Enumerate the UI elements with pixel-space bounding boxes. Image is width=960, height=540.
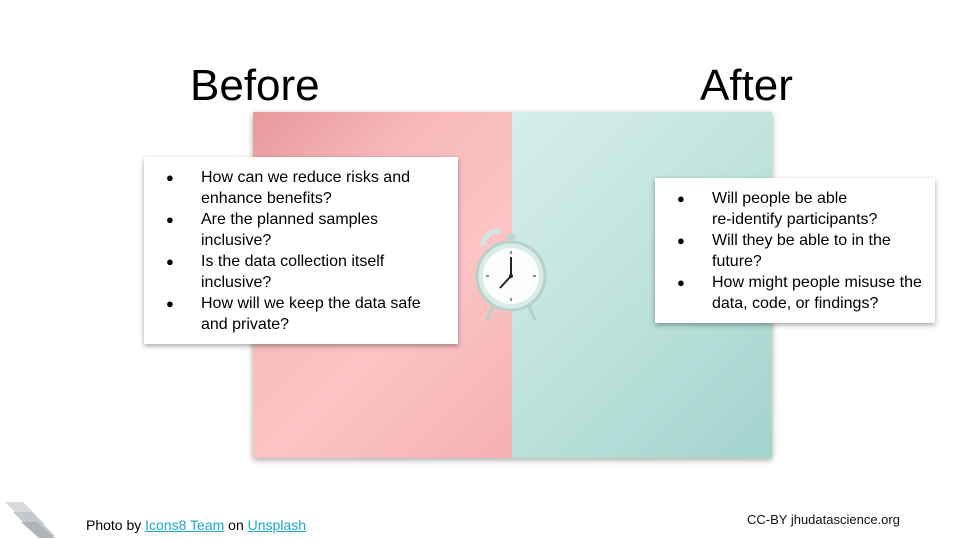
after-heading: After: [700, 61, 793, 110]
license-text: CC-BY jhudatascience.org: [747, 512, 900, 527]
after-question-item: ● Will they be able to in the future?: [677, 232, 891, 270]
bullet-icon: ●: [166, 254, 174, 269]
bullet-icon: ●: [166, 296, 174, 311]
bullet-icon: ●: [166, 212, 174, 227]
before-question-list: ● How can we reduce risks and enhance ben…: [166, 167, 450, 335]
bullet-icon: ●: [166, 170, 174, 185]
bullet-icon: ●: [677, 191, 685, 206]
before-question-item: ● How can we reduce risks and enhance ben…: [166, 169, 410, 207]
photographer-link[interactable]: Icons8 Team: [145, 517, 224, 533]
after-questions-card: ● Will people be able re-identify partici…: [655, 178, 935, 323]
unsplash-link[interactable]: Unsplash: [248, 517, 306, 533]
alarm-clock-icon: [475, 228, 547, 321]
before-question-item: ● Is the data collection itself inclusive…: [166, 253, 385, 291]
after-question-list: ● Will people be able re-identify partici…: [677, 188, 929, 314]
before-question-item: ● How will we keep the data safe and priv…: [166, 295, 421, 333]
after-question-item: ● How might people misuse the data, code,…: [677, 274, 922, 312]
logo-stripes-icon: [5, 502, 55, 538]
bullet-icon: ●: [677, 233, 685, 248]
before-heading: Before: [190, 61, 320, 110]
before-questions-card: ● How can we reduce risks and enhance ben…: [144, 157, 458, 344]
after-question-item: ● Will people be able re-identify partici…: [677, 190, 878, 228]
photo-credit: Photo by Icons8 Team on Unsplash: [86, 517, 307, 533]
bullet-icon: ●: [677, 275, 685, 290]
before-question-item: ● Are the planned samples inclusive?: [166, 211, 378, 249]
